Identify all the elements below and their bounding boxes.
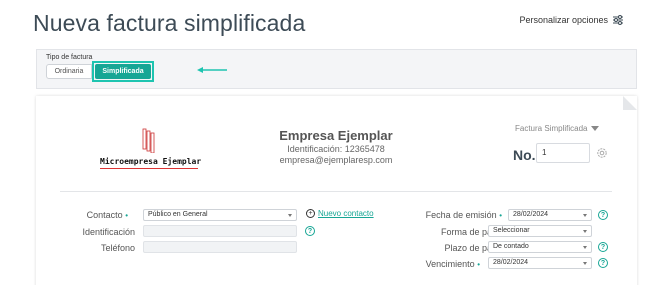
payment-term-label: Plazo de pago <box>444 243 502 253</box>
help-icon[interactable]: ? <box>598 258 608 268</box>
help-icon[interactable]: ? <box>598 210 608 220</box>
issue-date-label: Fecha de emisión • <box>402 210 502 220</box>
contact-label-text: Contacto <box>86 210 123 220</box>
issue-date-select[interactable]: 28/02/2024 <box>508 209 592 221</box>
required-dot: • <box>499 211 502 220</box>
invoice-type-toggle: Ordinaria Simplificada <box>46 61 154 82</box>
due-date-label: Vencimiento • <box>380 259 480 269</box>
invoice-type-label: Tipo de factura <box>46 54 93 61</box>
issue-date-label-text: Fecha de emisión <box>425 210 497 220</box>
section-divider <box>60 191 612 192</box>
required-dot: • <box>477 260 480 269</box>
logo-underline <box>100 168 198 169</box>
payment-term-select[interactable]: De contado <box>488 241 592 253</box>
chevron-down-icon <box>583 262 587 265</box>
phone-field[interactable] <box>143 241 297 253</box>
help-icon[interactable]: ? <box>598 242 608 252</box>
caret-down-icon <box>591 126 600 131</box>
logo-bars-icon <box>142 128 155 153</box>
invoice-type-panel: Tipo de factura Ordinaria Simplificada <box>36 49 637 89</box>
company-email: empresa@ejemplaresp.com <box>279 155 393 165</box>
chevron-down-icon <box>583 246 587 249</box>
ordinaria-button[interactable]: Ordinaria <box>46 64 92 79</box>
number-label: No. <box>513 147 536 163</box>
company-logo[interactable]: Microempresa Ejemplar <box>100 126 202 172</box>
due-date-select[interactable]: 28/02/2024 <box>488 257 592 269</box>
number-input[interactable]: 1 <box>536 143 590 163</box>
company-name: Empresa Ejemplar <box>279 128 393 143</box>
required-dot: • <box>125 211 128 220</box>
new-contact-label: Nuevo contacto <box>318 209 374 218</box>
payment-term-value: De contado <box>493 243 529 250</box>
chevron-down-icon <box>288 214 292 217</box>
payment-method-value: Seleccionar <box>493 227 530 234</box>
personalize-options-label: Personalizar opciones <box>519 15 608 25</box>
due-date-label-text: Vencimiento <box>425 259 475 269</box>
chevron-down-icon <box>583 214 587 217</box>
new-contact-link[interactable]: + Nuevo contacto <box>306 209 374 218</box>
arrow-left-icon <box>197 67 227 73</box>
logo-text: Microempresa Ejemplar <box>100 157 202 166</box>
invoice-card: Microempresa Ejemplar Empresa Ejemplar I… <box>36 96 637 285</box>
contact-label: Contacto • <box>28 210 128 220</box>
contact-select-value: Público en General <box>148 211 208 218</box>
chevron-down-icon <box>583 230 587 233</box>
help-icon[interactable]: ? <box>305 226 315 236</box>
issue-date-value: 28/02/2024 <box>513 211 549 218</box>
sliders-icon <box>613 15 623 25</box>
company-identification: Identificación: 12365478 <box>287 144 385 154</box>
payment-method-label: Forma de pago <box>440 227 502 237</box>
simplificada-button[interactable]: Simplificada <box>95 64 151 79</box>
identification-label: Identificación <box>82 227 135 237</box>
plus-circle-icon: + <box>306 209 315 218</box>
company-info: Empresa Ejemplar Identificación: 1236547… <box>236 128 436 165</box>
due-date-value: 28/02/2024 <box>493 259 529 266</box>
gear-icon[interactable] <box>596 147 608 159</box>
document-type-selector[interactable]: Factura Simplificada <box>515 124 600 133</box>
payment-method-select[interactable]: Seleccionar <box>488 225 592 237</box>
simplificada-highlight: Simplificada <box>92 61 154 82</box>
page-fold-corner <box>623 96 637 110</box>
identification-field[interactable] <box>143 225 297 237</box>
page-title: Nueva factura simplificada <box>33 10 306 36</box>
personalize-options-button[interactable]: Personalizar opciones <box>519 14 624 26</box>
document-type-label: Factura Simplificada <box>515 124 588 133</box>
contact-select[interactable]: Público en General <box>143 209 297 221</box>
phone-label: Teléfono <box>100 243 135 253</box>
